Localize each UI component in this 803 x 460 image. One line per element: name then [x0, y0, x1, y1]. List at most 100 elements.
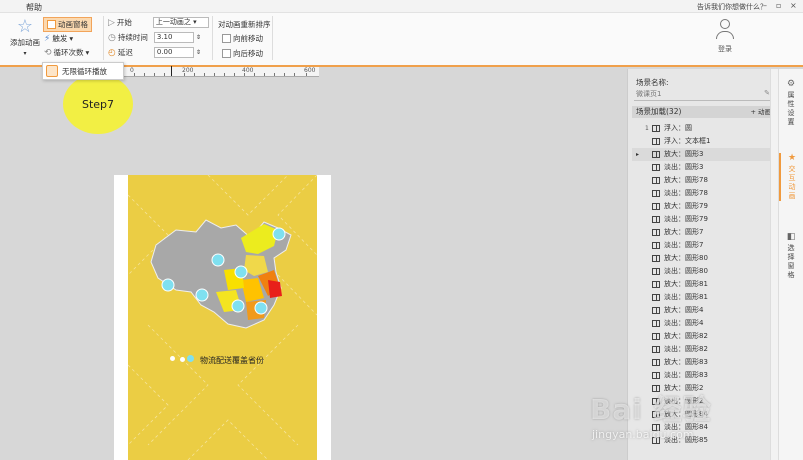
animation-item-label: 放大：圆形79	[664, 202, 708, 210]
login-button[interactable]: 登录	[710, 19, 740, 54]
animation-effect-icon	[652, 125, 660, 132]
scene-name-input[interactable]: 微课页1 ✎	[634, 89, 772, 101]
expand-arrow-icon[interactable]: ▸	[636, 148, 639, 161]
animation-item-label: 浮入：文本框1	[664, 137, 711, 145]
animation-effect-icon	[652, 372, 660, 379]
start-select[interactable]: 上一动画之 ▾	[152, 17, 209, 28]
divider	[272, 16, 273, 60]
duration-input[interactable]: 3.10	[153, 32, 194, 43]
animation-effect-icon	[652, 424, 660, 431]
animation-effect-icon	[652, 359, 660, 366]
animation-list-item[interactable]: 浮入：文本框1	[632, 135, 774, 148]
animation-item-label: 淡出：圆形78	[664, 189, 708, 197]
star-icon: ★	[787, 153, 797, 163]
slide-canvas[interactable]	[128, 175, 317, 460]
animation-effect-icon	[652, 307, 660, 314]
animation-list-item[interactable]: 放大：圆形2	[632, 382, 774, 395]
tab-properties[interactable]: ⚙ 属性设置	[779, 79, 803, 127]
animation-list-item[interactable]: 淡出：圆形85	[632, 434, 774, 447]
animation-item-label: 淡出：圆形83	[664, 371, 708, 379]
animation-list-item[interactable]: ▸ 放大：圆形3	[632, 148, 774, 161]
user-icon	[716, 19, 734, 41]
animation-list-item[interactable]: 淡出：圆形2	[632, 395, 774, 408]
add-animation-link[interactable]: + 动画	[750, 106, 771, 118]
animation-effect-icon	[652, 229, 660, 236]
animation-list-item[interactable]: 放大：圆形79	[632, 200, 774, 213]
infinite-loop-label: 无限循环播放	[62, 66, 107, 76]
animation-list-item[interactable]: 放大：圆形84	[632, 408, 774, 421]
animation-effect-icon	[652, 294, 660, 301]
animation-effect-icon	[652, 346, 660, 353]
animation-list-item[interactable]: 淡出：圆形4	[632, 317, 774, 330]
animation-effect-icon	[652, 190, 660, 197]
animation-list-item[interactable]: 淡出：圆形78	[632, 187, 774, 200]
delay-label: 延迟	[117, 48, 133, 57]
animation-list-item[interactable]: 1 浮入：圆	[632, 122, 774, 135]
animation-list-item[interactable]: 放大：圆形82	[632, 330, 774, 343]
animation-item-label: 放大：圆形7	[664, 228, 704, 236]
animation-pane-button[interactable]: 动画窗格	[43, 17, 92, 32]
animation-list-item[interactable]: 淡出：圆形83	[632, 369, 774, 382]
trigger-button[interactable]: ⚡ 触发 ▾	[44, 33, 73, 44]
animation-list-item[interactable]: 淡出：圆形79	[632, 213, 774, 226]
animation-list-item[interactable]: 放大：圆形78	[632, 174, 774, 187]
animation-item-label: 放大：圆形84	[664, 410, 708, 418]
animation-effect-icon	[652, 398, 660, 405]
minimize-icon[interactable]: –	[763, 1, 767, 10]
spinner-icon[interactable]: ⇕	[196, 34, 201, 41]
restore-icon[interactable]: ▫	[776, 1, 781, 10]
loop-count-button[interactable]: ⟲ 循环次数 ▾	[44, 47, 89, 58]
animation-list-item[interactable]: 放大：圆形80	[632, 252, 774, 265]
animation-list-item[interactable]: 放大：圆形7	[632, 226, 774, 239]
animation-list-item[interactable]: 放大：圆形4	[632, 304, 774, 317]
animation-item-label: 放大：圆形78	[664, 176, 708, 184]
loop-icon	[46, 65, 58, 77]
loop-dropdown: 无限循环播放	[42, 62, 124, 80]
animation-effect-icon	[652, 333, 660, 340]
side-tabs: ⚙ 属性设置 ★ 交互动画 ◧ 选择窗格	[778, 69, 803, 460]
row-number: 1	[645, 125, 649, 132]
menu-help[interactable]: 帮助	[26, 2, 42, 13]
scene-load-header: 场景加载(32) + 动画	[632, 106, 774, 118]
trigger-label: 触发	[52, 34, 68, 43]
menu-bar: 帮助 告诉我们你想做什么？ – ▫ ×	[0, 0, 803, 13]
add-animation-button[interactable]: ☆ 添加动画 ▾	[8, 16, 42, 58]
delay-icon: ◴	[108, 47, 116, 58]
animation-list-item[interactable]: 淡出：圆形82	[632, 343, 774, 356]
layers-icon: ◧	[786, 232, 796, 242]
spinner-icon[interactable]: ⇕	[196, 49, 201, 56]
animation-list: 1 浮入：圆浮入：文本框1 ▸ 放大：圆形3 淡出：圆形3 放大：圆形78 淡出：圆形78 放…	[632, 122, 774, 447]
animation-item-label: 浮入：圆	[664, 124, 692, 132]
animation-list-item[interactable]: 淡出：圆形7	[632, 239, 774, 252]
animation-list-item[interactable]: 淡出：圆形81	[632, 291, 774, 304]
animation-effect-icon	[652, 320, 660, 327]
move-earlier-label: 向前移动	[233, 34, 263, 43]
duration-row: ◷ 持续时间 3.10 ⇕	[108, 32, 201, 43]
delay-input[interactable]: 0.00	[153, 47, 194, 58]
scene-load-label: 场景加载(32)	[636, 107, 682, 116]
tab-interactive-animation[interactable]: ★ 交互动画	[779, 153, 803, 201]
move-later-button[interactable]: 向后移动	[222, 48, 263, 59]
tab-select-pane[interactable]: ◧ 选择窗格	[779, 232, 803, 280]
start-row: ▷ 开始 上一动画之 ▾	[108, 17, 209, 28]
animation-effect-icon	[652, 151, 660, 158]
animation-list-item[interactable]: 放大：圆形81	[632, 278, 774, 291]
move-later-label: 向后移动	[233, 49, 263, 58]
infinite-loop-option[interactable]: 无限循环播放	[46, 65, 107, 77]
animation-list-item[interactable]: 放大：圆形83	[632, 356, 774, 369]
tell-me-search[interactable]: 告诉我们你想做什么？	[697, 2, 767, 12]
animation-list-item[interactable]: 淡出：圆形84	[632, 421, 774, 434]
lightning-icon: ⚡	[44, 33, 51, 44]
animation-list-item[interactable]: 淡出：圆形80	[632, 265, 774, 278]
move-earlier-button[interactable]: 向前移动	[222, 33, 263, 44]
legend-text: 物流配送覆盖省份	[200, 356, 264, 365]
scrollbar[interactable]	[770, 69, 778, 460]
reorder-title: 对动画重新排序	[218, 20, 271, 29]
star-icon: ☆	[16, 16, 34, 37]
animation-item-label: 淡出：圆形81	[664, 293, 708, 301]
animation-panel: 场景名称: 微课页1 ✎ 场景加载(32) + 动画 1 浮入：圆 浮入：文本框1 ▸…	[627, 69, 777, 460]
close-icon[interactable]: ×	[790, 1, 797, 10]
animation-list-item[interactable]: 淡出：圆形3	[632, 161, 774, 174]
animation-item-label: 放大：圆形83	[664, 358, 708, 366]
animation-effect-icon	[652, 437, 660, 444]
